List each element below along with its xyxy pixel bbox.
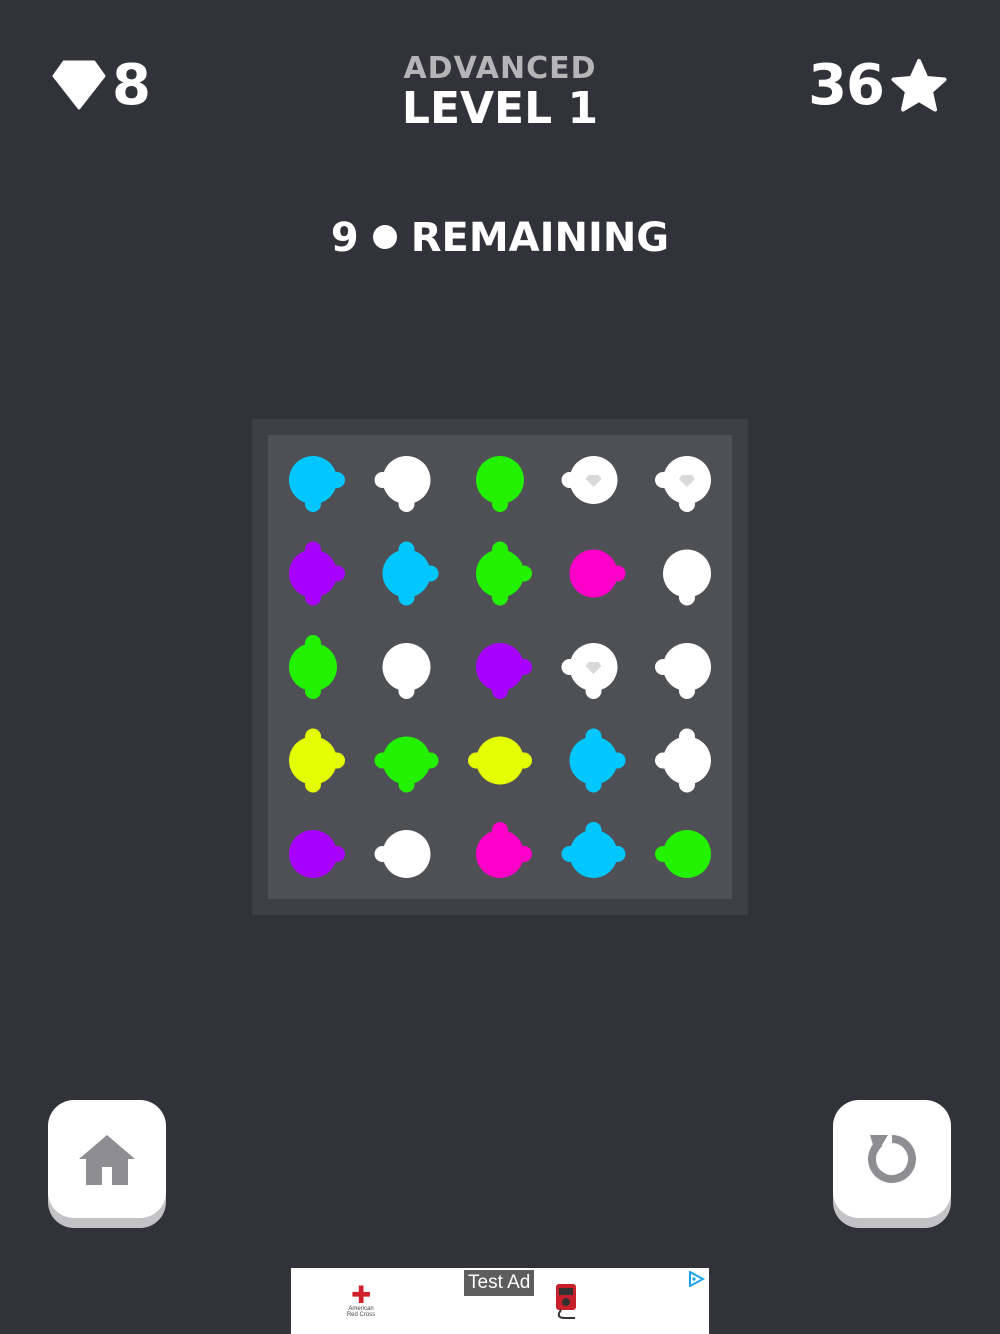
dot-white[interactable] (663, 549, 711, 606)
home-icon (79, 1135, 135, 1185)
dot-cyan[interactable] (382, 541, 439, 606)
restart-button[interactable] (833, 1100, 951, 1228)
dot-white[interactable] (655, 456, 711, 512)
dot-white[interactable] (382, 643, 431, 699)
dot-icon (372, 225, 397, 249)
remaining-indicator: 9 REMAINING (0, 213, 1000, 263)
advertiser-name: American Red Cross (346, 1306, 376, 1318)
dot-white[interactable] (655, 728, 711, 793)
dot-white[interactable] (561, 643, 618, 699)
home-button[interactable] (48, 1100, 166, 1228)
dot-purple[interactable] (289, 830, 345, 878)
dot-green[interactable] (374, 736, 439, 793)
dot-green[interactable] (476, 456, 524, 512)
remaining-label: REMAINING (410, 215, 670, 261)
dot-cyan[interactable] (289, 456, 345, 512)
star-counter: 36 (808, 58, 948, 114)
dot-white[interactable] (374, 830, 431, 878)
dot-cyan[interactable] (561, 822, 626, 878)
test-ad-label: Test Ad (464, 1270, 535, 1296)
dot-magenta[interactable] (476, 822, 532, 878)
adchoices-icon[interactable] (687, 1271, 705, 1287)
dot-white[interactable] (655, 643, 711, 699)
game-board-frame (252, 419, 748, 915)
ad-banner[interactable]: ✚ American Red Cross Test Ad (291, 1268, 709, 1334)
dot-yellow[interactable] (289, 728, 345, 793)
dot-cyan[interactable] (569, 728, 626, 793)
dot-green[interactable] (655, 830, 711, 878)
dot-grid (289, 456, 711, 878)
dot-white[interactable] (374, 456, 431, 512)
dot-green[interactable] (476, 541, 532, 606)
restart-icon (868, 1135, 916, 1183)
radio-product-icon (556, 1284, 576, 1319)
star-icon (891, 59, 947, 112)
dot-green[interactable] (289, 635, 337, 699)
dot-yellow[interactable] (468, 736, 532, 785)
remaining-count: 9 (330, 215, 359, 261)
red-cross-logo: ✚ American Red Cross (343, 1283, 379, 1318)
dot-magenta[interactable] (569, 549, 626, 598)
dot-purple[interactable] (476, 643, 532, 699)
game-board (268, 435, 732, 899)
star-count: 36 (808, 53, 885, 118)
dot-purple[interactable] (289, 541, 345, 606)
dot-white[interactable] (561, 456, 618, 504)
